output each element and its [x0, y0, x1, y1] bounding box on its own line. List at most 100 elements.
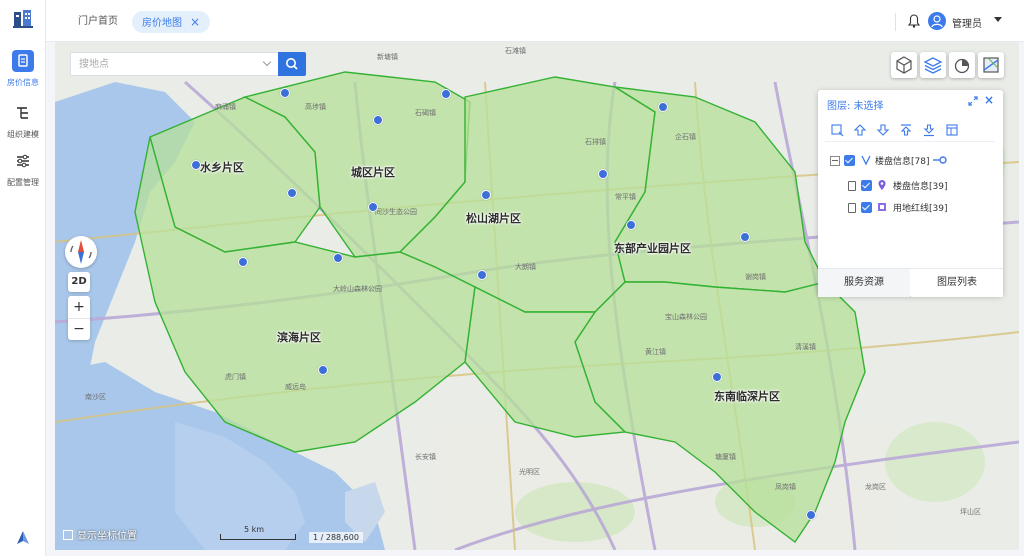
zone-label-shuixiang[interactable]: 水乡片区 [200, 159, 244, 175]
close-icon[interactable]: × [190, 15, 200, 29]
expand-icon[interactable] [968, 96, 978, 106]
add-layer-icon[interactable] [830, 123, 844, 137]
property-pin[interactable] [598, 169, 608, 179]
bell-icon[interactable] [908, 14, 920, 28]
tab-service-resources[interactable]: 服务资源 [818, 269, 910, 297]
property-pin[interactable] [712, 372, 722, 382]
zone-label-songshanhu[interactable]: 松山湖片区 [466, 210, 521, 226]
search-field[interactable] [70, 52, 278, 76]
close-icon[interactable]: × [984, 93, 994, 107]
layer-row-red-line[interactable]: 用地红线[39] [848, 201, 947, 217]
map-pin-icon [878, 180, 886, 190]
avatar[interactable] [928, 12, 946, 30]
place-label: 黄江镇 [645, 348, 666, 356]
property-pin[interactable] [238, 257, 248, 267]
checkbox[interactable] [63, 530, 73, 540]
sliders-icon [12, 150, 34, 172]
property-pin[interactable] [318, 365, 328, 375]
statistics-button[interactable] [949, 52, 975, 78]
place-label: 凤岗镇 [775, 483, 796, 491]
place-label: 龙岗区 [865, 483, 886, 491]
layer-checkbox[interactable] [861, 202, 872, 213]
place-label: 坪山区 [960, 508, 981, 516]
layer-label: 楼盘信息[78] [875, 157, 930, 167]
file-icon [848, 203, 856, 213]
place-label: 光明区 [519, 468, 540, 476]
place-label: 高埗镇 [305, 103, 326, 111]
move-up-icon[interactable] [853, 123, 867, 137]
search-icon [286, 58, 298, 70]
property-pin[interactable] [626, 220, 636, 230]
compass-control[interactable] [65, 236, 97, 268]
collapse-icon[interactable] [830, 156, 840, 166]
zoom-out-button[interactable]: − [68, 319, 90, 340]
place-label: 南沙区 [85, 393, 106, 401]
property-pin[interactable] [477, 270, 487, 280]
place-label: 大岭山森林公园 [333, 285, 382, 293]
header-divider [895, 13, 896, 31]
chevron-down-icon[interactable] [262, 57, 272, 67]
sidebar-item-house-info[interactable]: 房价信息 [0, 50, 46, 98]
key-icon[interactable] [933, 156, 948, 164]
chevron-down-icon[interactable] [994, 17, 1002, 22]
place-label: 常平镇 [615, 193, 636, 201]
property-pin[interactable] [280, 88, 290, 98]
3d-cube-button[interactable] [891, 52, 917, 78]
place-label: 石滩镇 [505, 47, 526, 55]
move-bottom-icon[interactable] [922, 123, 936, 137]
property-pin[interactable] [806, 510, 816, 520]
place-label: 石排镇 [585, 138, 606, 146]
file-icon [848, 181, 856, 191]
property-pin[interactable] [441, 89, 451, 99]
property-pin[interactable] [658, 102, 668, 112]
polygon-icon [878, 203, 886, 211]
layer-label: 用地红线[39] [893, 204, 948, 214]
place-label: 清溪镇 [795, 343, 816, 351]
basemap-icon [983, 57, 999, 73]
property-pin[interactable] [481, 190, 491, 200]
layer-checkbox[interactable] [861, 180, 872, 191]
property-pin[interactable] [287, 188, 297, 198]
property-pin[interactable] [740, 232, 750, 242]
zone-label-chengqu[interactable]: 城区片区 [351, 164, 395, 180]
zoom-in-button[interactable]: + [68, 296, 90, 318]
tab-house-price-map[interactable]: 房价地图 × [132, 11, 211, 33]
property-pin[interactable] [191, 160, 201, 170]
sidebar-item-org-model[interactable]: 组织建模 [0, 102, 46, 150]
pie-chart-icon [954, 58, 970, 74]
hierarchy-icon [12, 102, 34, 124]
property-pin[interactable] [373, 115, 383, 125]
place-label: 威远岛 [285, 383, 306, 391]
place-label: 长安镇 [415, 453, 436, 461]
basemap-button[interactable] [978, 52, 1004, 78]
property-pin[interactable] [368, 202, 378, 212]
app-logo-icon [13, 10, 33, 28]
sidebar-item-config[interactable]: 配置管理 [0, 150, 46, 198]
layer-panel: 图层: 未选择 × 楼盘信息[78] 楼盘信息[39] 用地红线[39] 服务资… [818, 90, 1003, 297]
attribute-table-icon[interactable] [945, 123, 959, 137]
layer-group-row[interactable]: 楼盘信息[78] [830, 154, 948, 170]
sidebar: 房价信息 组织建模 配置管理 [0, 0, 46, 556]
tab-layer-list[interactable]: 图层列表 [911, 269, 1003, 297]
layer-panel-title: 图层: 未选择 [827, 101, 884, 112]
search-button[interactable] [278, 52, 306, 76]
tab-label: 门户首页 [78, 16, 118, 27]
sidebar-item-label: 组织建模 [7, 130, 39, 139]
layers-button[interactable] [920, 52, 946, 78]
move-top-icon[interactable] [899, 123, 913, 137]
zone-label-dongnan[interactable]: 东南临深片区 [714, 388, 780, 404]
layer-checkbox[interactable] [844, 155, 855, 166]
user-name[interactable]: 管理员 [952, 15, 982, 30]
view-2d-toggle[interactable]: 2D [68, 272, 90, 292]
property-pin[interactable] [333, 253, 343, 263]
show-coordinates-toggle[interactable]: 显示坐标位置 [63, 527, 137, 542]
layer-row-property[interactable]: 楼盘信息[39] [848, 179, 947, 195]
sidebar-item-label: 配置管理 [7, 178, 39, 187]
coordinates-label: 显示坐标位置 [77, 531, 137, 542]
tab-portal-home[interactable]: 门户首页 [68, 11, 128, 33]
zone-label-dongbu[interactable]: 东部产业园片区 [614, 240, 691, 256]
search-input[interactable] [71, 53, 251, 75]
top-header: 门户首页 房价地图 × 管理员 [46, 0, 1024, 42]
zone-label-binhai[interactable]: 滨海片区 [277, 329, 321, 345]
move-down-icon[interactable] [876, 123, 890, 137]
